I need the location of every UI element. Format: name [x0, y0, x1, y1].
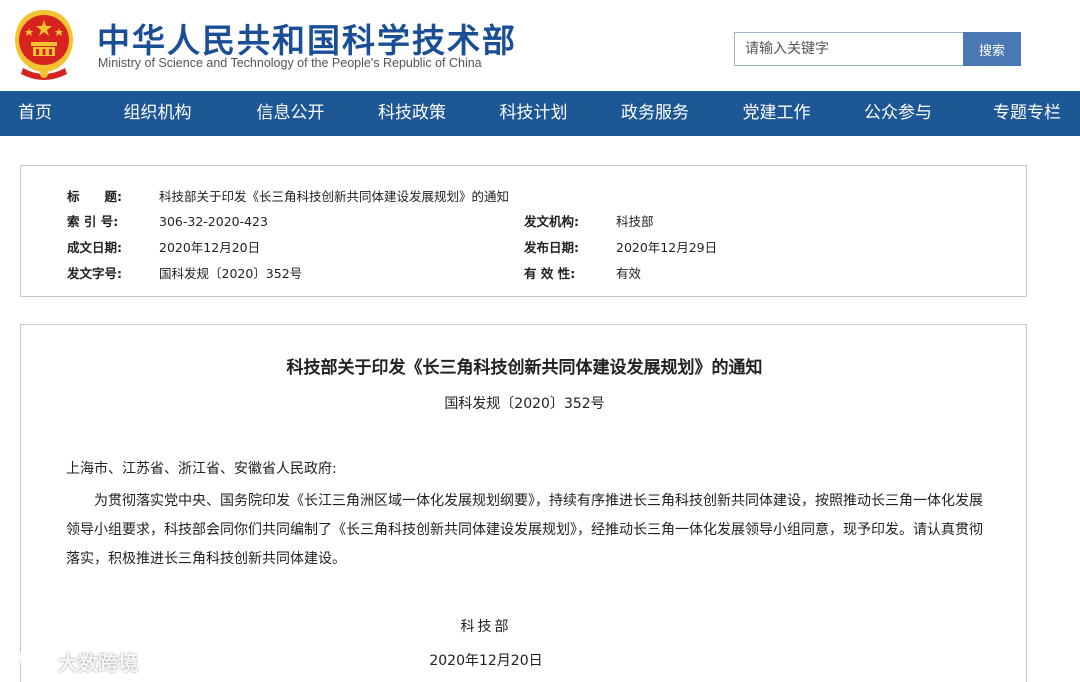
info-docno-row: 发文字号: 国科发规〔2020〕352号	[67, 263, 302, 282]
nav-item-organization[interactable]: 组织机构	[70, 91, 245, 136]
info-validity-label: 有 效 性:	[524, 266, 576, 281]
document-recipient: 上海市、江苏省、浙江省、安徽省人民政府:	[66, 461, 337, 477]
nav-item-topics[interactable]: 专题专栏	[974, 91, 1080, 136]
nav-item-services[interactable]: 政务服务	[579, 91, 731, 136]
info-issuer-row: 发文机构: 科技部	[524, 211, 654, 230]
nav-item-disclosure[interactable]: 信息公开	[245, 91, 336, 136]
info-created-row: 成文日期: 2020年12月20日	[67, 237, 260, 256]
info-title-row: 标 题: 科技部关于印发《长三角科技创新共同体建设发展规划》的通知	[67, 186, 509, 205]
info-published-label: 发布日期:	[524, 240, 579, 255]
nav-item-party[interactable]: 党建工作	[731, 91, 822, 136]
info-published-value: 2020年12月29日	[616, 240, 718, 255]
info-created-label: 成文日期:	[67, 240, 122, 255]
info-title-label: 标 题:	[67, 189, 122, 204]
search-input[interactable]	[734, 32, 964, 66]
info-title-value: 科技部关于印发《长三角科技创新共同体建设发展规划》的通知	[159, 189, 510, 204]
watermark-logo-icon	[10, 652, 51, 671]
nav-item-programs[interactable]: 科技计划	[488, 91, 579, 136]
document-body: 为贯彻落实党中央、国务院印发《长江三角洲区域一体化发展规划纲要》，持续有序推进长…	[66, 493, 983, 567]
info-issuer-label: 发文机构:	[524, 214, 579, 229]
info-issuer-value: 科技部	[616, 214, 654, 229]
site-subtitle: Ministry of Science and Technology of th…	[98, 56, 482, 70]
nav-item-home[interactable]: 首页	[0, 91, 70, 136]
document-content: 科技部关于印发《长三角科技创新共同体建设发展规划》的通知 国科发规〔2020〕3…	[20, 324, 1027, 682]
document-number: 国科发规〔2020〕352号	[444, 396, 605, 412]
document-title: 科技部关于印发《长三角科技创新共同体建设发展规划》的通知	[286, 358, 763, 378]
info-validity-row: 有 效 性: 有效	[524, 263, 641, 282]
main-nav: 首页 组织机构 信息公开 科技政策 科技计划 政务服务 党建工作 公众参与 专题…	[0, 91, 1080, 136]
document-date: 2020年12月20日	[429, 653, 543, 669]
info-index-row: 索 引 号: 306-32-2020-423	[67, 211, 268, 230]
site-header: 中华人民共和国科学技术部 Ministry of Science and Tec…	[0, 0, 1080, 91]
info-created-value: 2020年12月20日	[159, 240, 261, 255]
info-validity-value: 有效	[616, 266, 642, 281]
info-published-row: 发布日期: 2020年12月29日	[524, 237, 717, 256]
site-title[interactable]: 中华人民共和国科学技术部	[97, 14, 517, 62]
document-info-panel: 标 题: 科技部关于印发《长三角科技创新共同体建设发展规划》的通知 索 引 号: 3…	[20, 165, 1027, 297]
document-signer: 科技部	[460, 619, 512, 635]
info-docno-label: 发文字号:	[67, 266, 122, 281]
info-index-label: 索 引 号:	[67, 214, 119, 229]
nav-item-public[interactable]: 公众参与	[822, 91, 974, 136]
search-button[interactable]: 搜索	[963, 32, 1021, 66]
info-index-value: 306-32-2020-423	[159, 214, 268, 229]
info-docno-value: 国科发规〔2020〕352号	[159, 266, 303, 281]
watermark: 大数跨境	[8, 647, 138, 676]
national-emblem-icon[interactable]	[9, 6, 79, 84]
watermark-text: 大数跨境	[58, 651, 138, 675]
nav-item-policy[interactable]: 科技政策	[336, 91, 488, 136]
